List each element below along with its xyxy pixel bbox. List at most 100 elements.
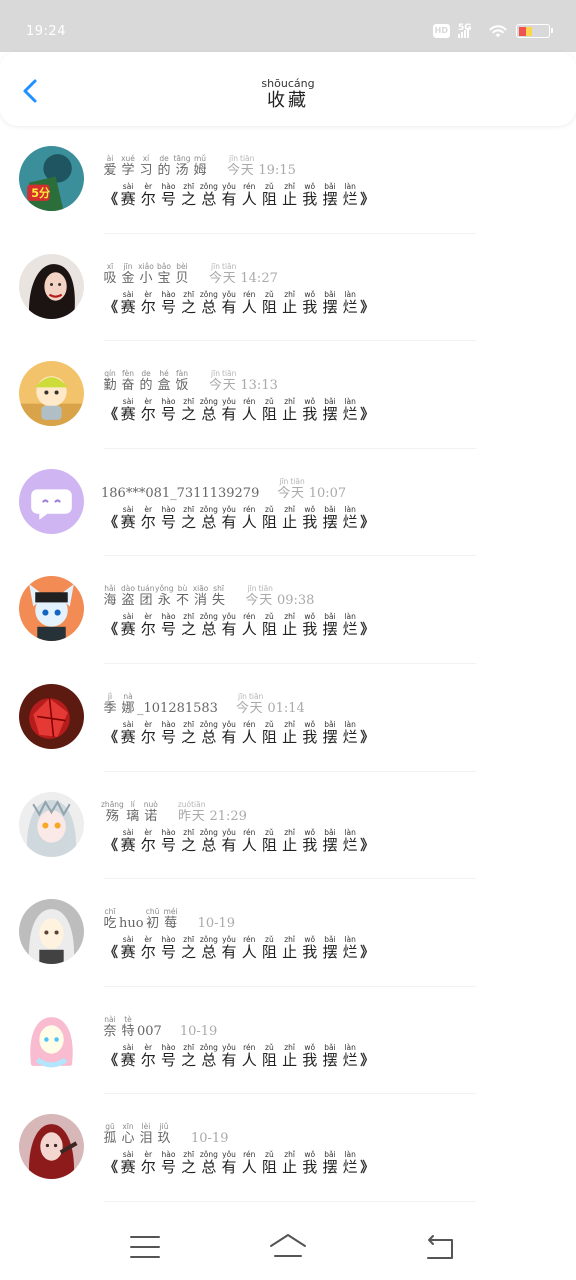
- pinyin: jì: [107, 691, 113, 701]
- hanzi: 我: [302, 1158, 318, 1177]
- favorite-message[interactable]: 《 sài 赛 èr 尔 hào 号 zhī 之 zǒng 总 yǒu 有 rén 人 zǔ 阻 zhǐ 止 wǒ 我 b…: [104, 182, 374, 208]
- pinyin: tè: [124, 1014, 132, 1024]
- ruby-char: xiāo 消: [192, 584, 210, 609]
- list-item[interactable]: hǎi 海 dào 盗 tuán 团 yǒng 永 bù 不 xiāo 消 shī 失 jīn 今 tiān 天 0…: [0, 556, 576, 664]
- home-button[interactable]: [268, 1232, 308, 1262]
- ruby-char: hào 号: [158, 1043, 178, 1069]
- hanzi: 我: [302, 405, 318, 424]
- hanzi: 天: [222, 378, 236, 394]
- ruby-char: làn 烂: [340, 935, 360, 961]
- hanzi: 季: [103, 700, 117, 716]
- hanzi: 莓: [164, 916, 178, 932]
- hanzi: 阻: [261, 190, 277, 208]
- list-item[interactable]: gū 孤 xīn 心 lèi 泪 jiǔ 玖 10-19 《 sài 赛 èr 尔 hào 号 zhī 之 zǒng…: [0, 1094, 576, 1202]
- list-item[interactable]: jì 季 nà 娜 _101281583 jīn 今 tiān 天 01:14 《 sài 赛 èr 尔 hà…: [0, 664, 576, 772]
- avatar[interactable]: 5分: [19, 146, 84, 211]
- hanzi: 人: [241, 190, 257, 208]
- ruby-char: zǔ 阻: [259, 1150, 279, 1176]
- favorite-message[interactable]: 《 sài 赛 èr 尔 hào 号 zhī 之 zǒng 总 yǒu 有 rén 人 zǔ 阻 zhǐ 止 wǒ 我 b…: [104, 1150, 374, 1176]
- ruby-char: zhǐ 止: [280, 935, 300, 961]
- pinyin: hǎi: [104, 584, 116, 594]
- avatar[interactable]: [19, 576, 84, 642]
- avatar[interactable]: [19, 361, 84, 427]
- ruby-char: sài 赛: [118, 182, 138, 208]
- pinyin: tiān: [222, 369, 237, 379]
- hanzi: 有: [221, 1158, 237, 1177]
- favorite-message[interactable]: 《 sài 赛 èr 尔 hào 号 zhī 之 zǒng 总 yǒu 有 rén 人 zǔ 阻 zhǐ 止 wǒ 我 b…: [104, 397, 374, 423]
- ruby-char: jiǔ 玖: [155, 1122, 173, 1147]
- hanzi: 止: [282, 620, 298, 639]
- ruby-char: zǔ 阻: [259, 720, 279, 746]
- hanzi: 泪: [139, 1131, 153, 1147]
- favorite-message[interactable]: 《 sài 赛 èr 尔 hào 号 zhī 之 zǒng 总 yǒu 有 rén 人 zǔ 阻 zhǐ 止 wǒ 我 b…: [104, 720, 374, 746]
- hanzi: 阻: [261, 1050, 277, 1069]
- ruby-char: zhǐ 止: [280, 505, 300, 531]
- list-item[interactable]: chī 吃 huo chū 初 méi 莓 10-19 《 sài 赛 èr 尔 hào 号 zhī 之 zǒng…: [0, 879, 576, 987]
- item-meta: zhāng 殇 lí 璃 nuò 诺 zuó 昨 tiān 天 21:29: [101, 795, 247, 825]
- list-item[interactable]: 5分 ài 爱 xué 学 xí 习 de 的 tāng 汤 mǔ 姆 jīn 今 tiān 天 19:15 《 sà…: [0, 126, 576, 234]
- timestamp-text: 01:14: [267, 700, 305, 716]
- open-bracket: 《: [104, 1160, 118, 1177]
- timestamp: 10-19: [180, 1024, 217, 1040]
- ruby-char: qín 勤: [101, 369, 119, 394]
- hanzi: 汤: [175, 163, 189, 178]
- hanzi: 摆: [322, 512, 338, 531]
- hanzi: 的: [157, 163, 171, 178]
- hanzi: 之: [181, 1158, 197, 1177]
- hanzi: 之: [181, 190, 197, 208]
- ruby-char: zhī 之: [179, 935, 199, 961]
- pinyin: nuò: [143, 799, 158, 809]
- avatar[interactable]: [19, 683, 84, 749]
- favorite-message[interactable]: 《 sài 赛 èr 尔 hào 号 zhī 之 zǒng 总 yǒu 有 rén 人 zǔ 阻 zhǐ 止 wǒ 我 b…: [104, 612, 374, 638]
- hanzi: 之: [181, 943, 197, 962]
- ruby-char: yǒu 有: [219, 397, 239, 423]
- hanzi: 赛: [120, 943, 136, 962]
- ruby-char: zǒng 总: [199, 828, 219, 854]
- avatar[interactable]: [19, 1114, 84, 1180]
- hanzi: 阻: [261, 727, 277, 746]
- timestamp-text: 10-19: [179, 1023, 218, 1039]
- menu-button[interactable]: [125, 1232, 165, 1262]
- avatar[interactable]: [19, 468, 84, 534]
- hanzi: 璃: [126, 808, 140, 824]
- avatar[interactable]: [19, 253, 84, 319]
- favorite-message[interactable]: 《 sài 赛 èr 尔 hào 号 zhī 之 zǒng 总 yǒu 有 rén 人 zǔ 阻 zhǐ 止 wǒ 我 b…: [104, 828, 374, 854]
- hanzi: 之: [181, 297, 197, 316]
- list-item[interactable]: 186***081_7311139279 jīn 今 tiān 天 10:07 《 sài 赛 è…: [0, 449, 576, 557]
- hanzi: 天: [291, 485, 305, 501]
- hanzi: 阻: [261, 1158, 277, 1177]
- list-item[interactable]: qín 勤 fèn 奋 de 的 hé 盒 fàn 饭 jīn 今 tiān 天 13:13 《 sài 赛 èr 尔…: [0, 341, 576, 449]
- list-item[interactable]: nài 奈 tè 特 007 10-19 《 sài 赛 èr 尔 hào 号 zhī 之 zǒng 总 yǒu 有…: [0, 987, 576, 1095]
- favorite-message[interactable]: 《 sài 赛 èr 尔 hào 号 zhī 之 zǒng 总 yǒu 有 rén 人 zǔ 阻 zhǐ 止 wǒ 我 b…: [104, 1043, 374, 1069]
- ruby-char: nài 奈: [101, 1015, 119, 1040]
- list-item[interactable]: xī 吸 jīn 金 xiǎo 小 bǎo 宝 bèi 贝 jīn 今 tiān 天 14:27 《 sài 赛 è…: [0, 234, 576, 342]
- favorite-message[interactable]: 《 sài 赛 èr 尔 hào 号 zhī 之 zǒng 总 yǒu 有 rén 人 zǔ 阻 zhǐ 止 wǒ 我 b…: [104, 935, 374, 961]
- avatar[interactable]: [19, 899, 84, 965]
- hanzi: 消: [194, 593, 208, 609]
- hanzi: 心: [121, 1131, 135, 1147]
- ruby-char: shī 失: [210, 584, 228, 609]
- avatar[interactable]: [19, 791, 84, 857]
- ruby-char: jīn 今: [209, 262, 222, 287]
- hanzi: 今: [277, 485, 291, 501]
- hanzi: 赛: [120, 835, 136, 854]
- cellular-signal-icon: 5G: [458, 23, 480, 39]
- ruby-char: làn 烂: [340, 182, 360, 208]
- ruby-char: yǒu 有: [219, 505, 239, 531]
- pinyin: xiāo: [192, 584, 209, 594]
- avatar[interactable]: [19, 1006, 84, 1072]
- hanzi: 尔: [140, 727, 156, 746]
- ruby-char: zǒng 总: [199, 1043, 219, 1069]
- pinyin: méi: [163, 907, 178, 917]
- favorite-message[interactable]: 《 sài 赛 èr 尔 hào 号 zhī 之 zǒng 总 yǒu 有 rén 人 zǔ 阻 zhǐ 止 wǒ 我 b…: [104, 290, 374, 316]
- list-item[interactable]: zhāng 殇 lí 璃 nuò 诺 zuó 昨 tiān 天 21:29 《 sài 赛 èr 尔 hào 号 z…: [0, 772, 576, 880]
- back-nav-button[interactable]: [420, 1232, 460, 1262]
- ruby-char: yǒng 永: [155, 584, 174, 609]
- hanzi: 勤: [103, 378, 117, 394]
- hanzi: 之: [181, 727, 197, 746]
- hanzi: 玖: [157, 1131, 171, 1147]
- hanzi: 摆: [322, 1158, 338, 1177]
- favorite-message[interactable]: 《 sài 赛 èr 尔 hào 号 zhī 之 zǒng 总 yǒu 有 rén 人 zǔ 阻 zhǐ 止 wǒ 我 b…: [104, 505, 374, 531]
- ruby-char: èr 尔: [138, 828, 158, 854]
- timestamp-text: 10-19: [191, 1131, 229, 1147]
